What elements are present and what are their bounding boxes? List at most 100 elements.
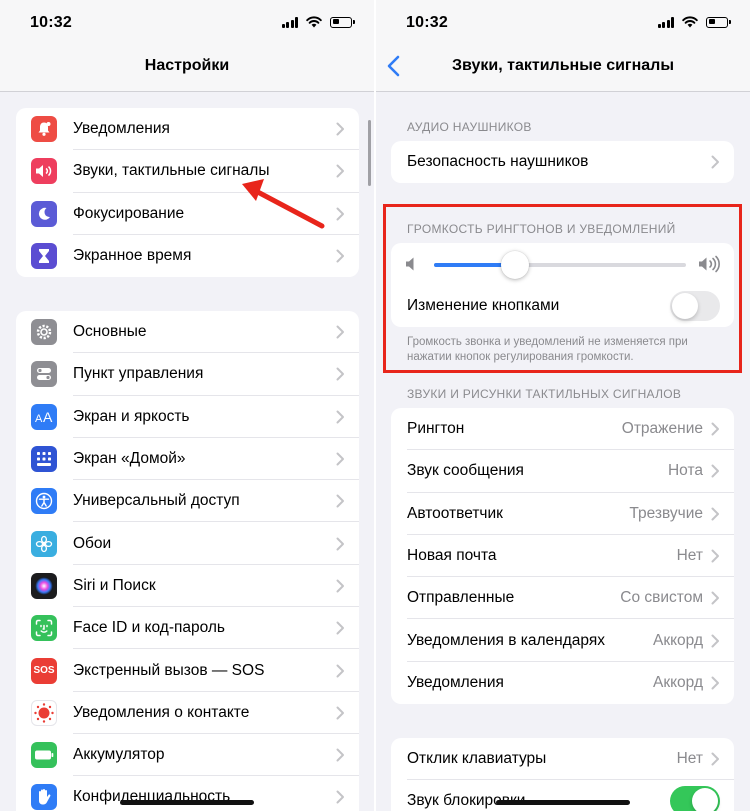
svg-text:A: A	[43, 410, 53, 424]
chevron-right-icon	[711, 676, 719, 690]
sound-row-label: Отправленные	[407, 589, 515, 607]
sound-row-label: Автоответчик	[407, 504, 503, 522]
settings-row-hand[interactable]: Конфиденциальность	[16, 776, 359, 811]
chevron-right-icon	[336, 537, 344, 551]
chevron-right-icon	[336, 164, 344, 178]
chevron-right-icon	[336, 790, 344, 804]
settings-row-accessibility[interactable]: Универсальный доступ	[16, 480, 359, 523]
wifi-icon	[306, 16, 322, 28]
annotation-arrow	[242, 179, 325, 229]
settings-row-home-grid[interactable]: Экран «Домой»	[16, 438, 359, 481]
keyboard-feedback-value: Нет	[676, 750, 703, 768]
sound-row-value: Аккорд	[652, 631, 703, 649]
text-size-icon: AA	[31, 403, 57, 430]
exposure-icon	[31, 699, 57, 726]
home-indicator[interactable]	[496, 800, 630, 805]
status-icons	[281, 16, 355, 28]
settings-row-label: Уведомления о контакте	[73, 703, 250, 721]
chevron-right-icon	[336, 579, 344, 593]
settings-group-2: Основные Пункт управления A A Экран и яркост…	[16, 311, 359, 811]
sounds-screen: 10:32 Звуки, тактильные сигналы АУДИО НА…	[376, 0, 750, 811]
settings-row-label: Экстренный вызов — SOS	[73, 661, 265, 679]
settings-row-switches[interactable]: Пункт управления	[16, 353, 359, 396]
keyboard-feedback-row[interactable]: Отклик клавиатуры Нет	[391, 738, 734, 781]
sos-icon-text: SOS	[33, 665, 55, 677]
settings-row-face-id[interactable]: Face ID и код-пароль	[16, 607, 359, 650]
sound-row-label: Новая почта	[407, 547, 497, 565]
sound-row[interactable]: Уведомления в календарях Аккорд	[391, 619, 734, 662]
sound-row[interactable]: Звук сообщения Нота	[391, 450, 734, 493]
headphone-safety-row[interactable]: Безопасность наушников	[391, 141, 734, 183]
sound-row-label: Рингтон	[407, 420, 465, 438]
chevron-right-icon	[711, 507, 719, 521]
battery-status-icon	[706, 16, 731, 28]
sound-row-label: Звук сообщения	[407, 462, 524, 480]
settings-row-label: Siri и Поиск	[73, 576, 156, 594]
sound-row-value: Отражение	[621, 420, 703, 438]
settings-row-hourglass[interactable]: Экранное время	[16, 235, 359, 277]
face-id-icon	[31, 615, 57, 642]
settings-row-text-size[interactable]: A A Экран и яркость	[16, 396, 359, 438]
gear-icon	[31, 319, 57, 346]
section-header-sounds: ЗВУКИ И РИСУНКИ ТАКТИЛЬНЫХ СИГНАЛОВ	[407, 387, 682, 401]
accessibility-icon	[31, 488, 57, 515]
home-grid-icon	[31, 446, 57, 473]
nav-bar: 10:32 Звуки, тактильные сигналы	[376, 0, 750, 92]
hand-icon	[31, 784, 57, 811]
sound-row-value: Аккорд	[652, 673, 703, 691]
headphones-group: Безопасность наушников	[391, 141, 734, 184]
sound-row[interactable]: Новая почта Нет	[391, 535, 734, 578]
lock-sound-toggle[interactable]	[670, 786, 720, 811]
sound-row[interactable]: Отправленные Со свистом	[391, 577, 734, 620]
cellular-signal-icon	[657, 16, 674, 28]
battery-status-icon	[330, 16, 355, 28]
nav-bar: 10:32 Настройки	[0, 0, 374, 92]
status-icons	[657, 16, 731, 28]
chevron-right-icon	[336, 706, 344, 720]
chevron-right-icon	[711, 752, 719, 766]
status-time: 10:32	[406, 14, 448, 31]
settings-row-label: Универсальный доступ	[73, 492, 240, 510]
settings-row-label: Экранное время	[73, 247, 192, 265]
page-title: Настройки	[144, 57, 230, 74]
scrollbar[interactable]	[368, 120, 371, 186]
settings-row-flower[interactable]: Обои	[16, 522, 359, 565]
chevron-right-icon	[336, 748, 344, 762]
settings-row-battery[interactable]: Аккумулятор	[16, 734, 359, 777]
settings-row-exposure[interactable]: Уведомления о контакте	[16, 692, 359, 734]
chevron-right-icon	[336, 494, 344, 508]
sos-icon: SOS	[31, 657, 57, 684]
hourglass-icon	[31, 243, 57, 270]
sound-row-value: Нет	[676, 547, 703, 565]
settings-row-bell[interactable]: Уведомления	[16, 108, 359, 151]
switches-icon	[31, 361, 57, 388]
svg-text:A: A	[35, 413, 43, 424]
chevron-right-icon	[711, 464, 719, 478]
flower-icon	[31, 530, 57, 557]
chevron-right-icon	[711, 155, 719, 169]
settings-row-label: Экран и яркость	[73, 407, 190, 425]
settings-row-label: Экран «Домой»	[73, 450, 186, 468]
headphone-safety-label: Безопасность наушников	[407, 153, 589, 171]
sound-row[interactable]: Уведомления Аккорд	[391, 662, 734, 704]
sound-row-value: Нота	[667, 462, 703, 480]
status-time: 10:32	[30, 14, 72, 31]
sound-row[interactable]: Автоответчик Трезвучие	[391, 493, 734, 535]
settings-row-label: Аккумулятор	[73, 746, 165, 764]
chevron-right-icon	[336, 410, 344, 424]
chevron-right-icon	[336, 367, 344, 381]
home-indicator[interactable]	[120, 800, 254, 805]
sounds-group: Рингтон Отражение Звук сообщения Нота Автоот…	[391, 408, 734, 705]
settings-row-gear[interactable]: Основные	[16, 311, 359, 354]
settings-row-label: Уведомления	[73, 120, 170, 138]
highlight-box	[383, 204, 742, 373]
sound-row-label: Уведомления	[407, 673, 504, 691]
settings-row-sos[interactable]: SOS Экстренный вызов — SOS	[16, 649, 359, 692]
chevron-right-icon	[336, 325, 344, 339]
sound-row-label: Уведомления в календарях	[407, 631, 605, 649]
sound-row[interactable]: Рингтон Отражение	[391, 408, 734, 451]
settings-row-label: Обои	[73, 534, 112, 552]
settings-row-siri[interactable]: Siri и Поиск	[16, 565, 359, 608]
sound-row-value: Трезвучие	[629, 504, 703, 522]
settings-row-label: Основные	[73, 323, 147, 341]
